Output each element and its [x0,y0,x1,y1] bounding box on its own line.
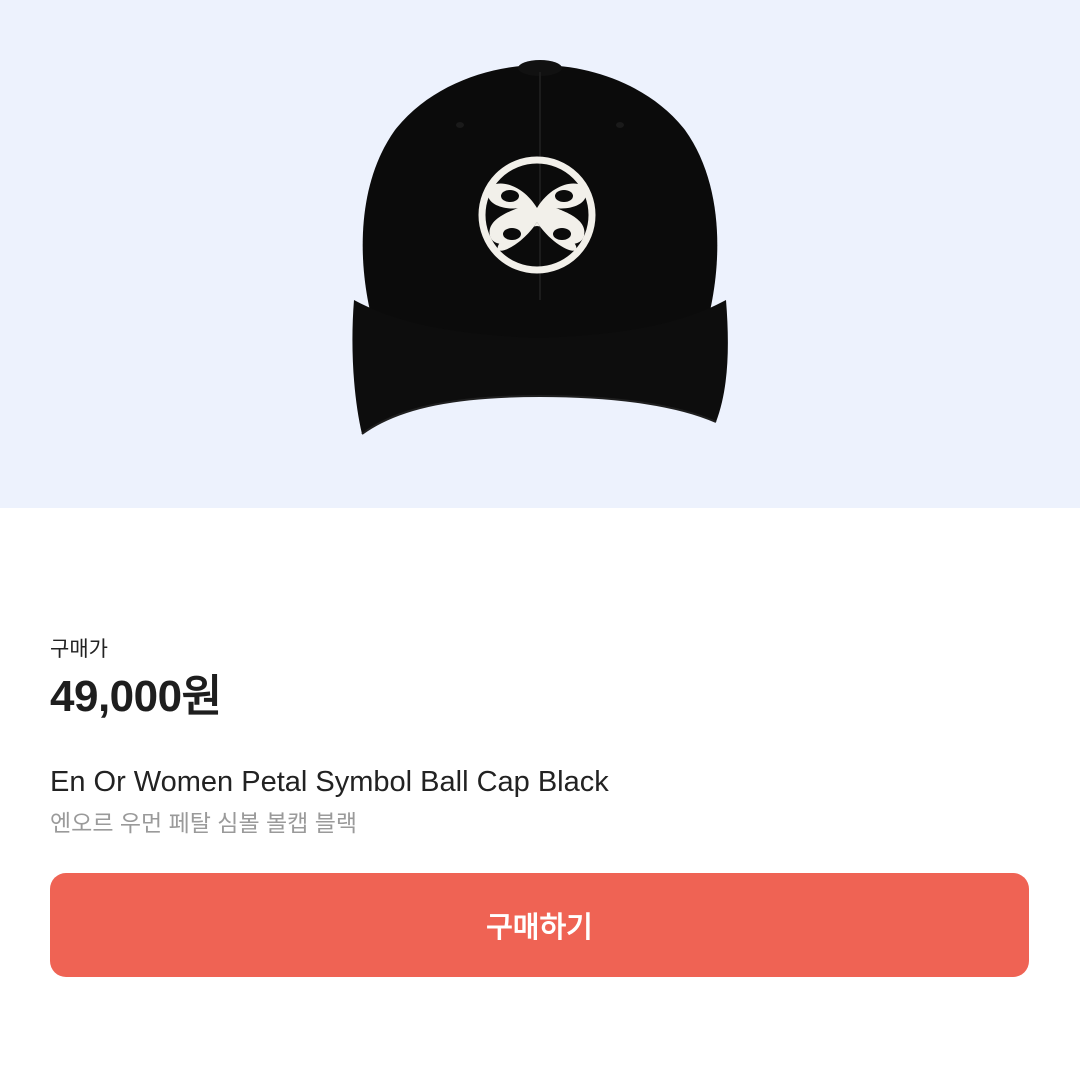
buy-button[interactable]: 구매하기 [50,873,1029,977]
price: 49,000원 [50,672,222,721]
product-page: 구매가 49,000원 En Or Women Petal Symbol Bal… [0,0,1080,1080]
product-image [352,60,728,435]
product-image-area [0,0,1080,508]
product-name-en: En Or Women Petal Symbol Ball Cap Black [50,766,609,798]
price-label: 구매가 [50,638,108,661]
product-name-ko: 엔오르 우먼 페탈 심볼 볼캡 블랙 [50,810,358,836]
